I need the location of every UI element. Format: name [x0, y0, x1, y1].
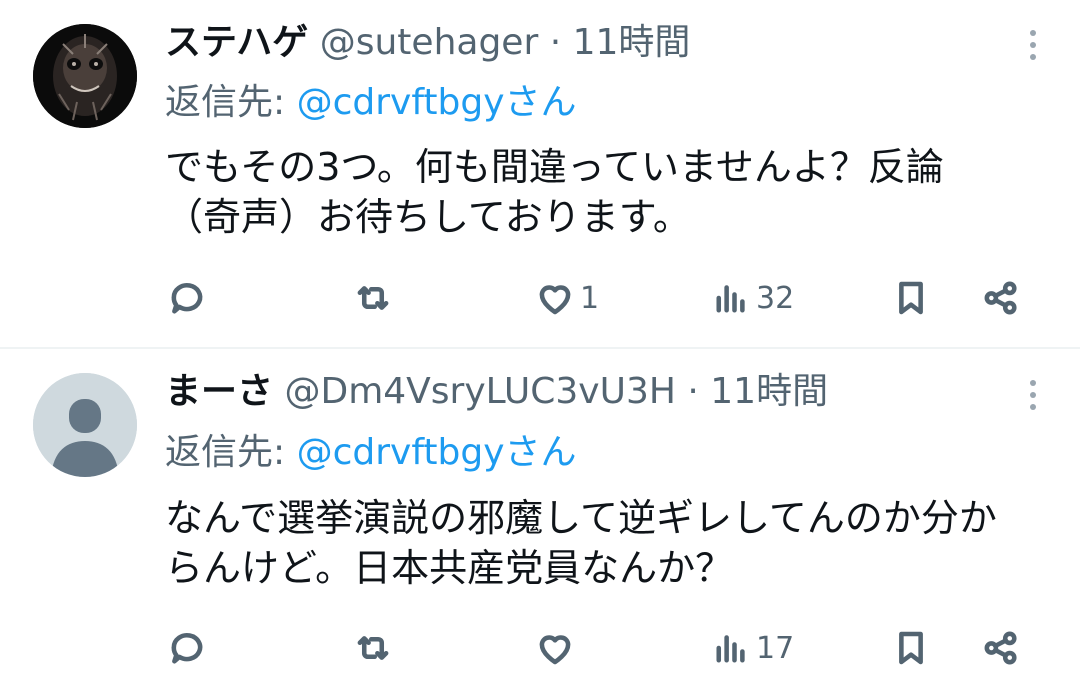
display-name[interactable]: まーさ — [165, 371, 273, 412]
like-button[interactable] — [534, 618, 580, 678]
tweet-text-line: （奇声）お待ちしております。 — [165, 195, 691, 239]
timestamp[interactable]: · 11時間 — [687, 371, 828, 412]
views-count: 32 — [756, 280, 795, 316]
reply-context: 返信先: @cdrvftbgyさん — [165, 81, 577, 125]
retweet-icon — [357, 636, 389, 660]
tweet-header: まーさ @Dm4VsryLUC3vU3H · 11時間 — [165, 370, 828, 414]
reply-button[interactable] — [166, 268, 212, 328]
share-button[interactable] — [980, 268, 1022, 328]
bookmark-button[interactable] — [890, 268, 932, 328]
tweet-text: でもその3つ。何も間違っていませんよ？反論 （奇声）お待ちしております。 — [165, 142, 1055, 242]
reply-mention-link[interactable]: @cdrvftbgyさん — [297, 82, 577, 123]
more-icon[interactable] — [1030, 380, 1038, 416]
tweet-text-line: なんで選挙演説の邪魔して逆ギレしてんのか分か — [165, 496, 997, 540]
display-name[interactable]: ステハゲ — [165, 22, 308, 63]
user-handle[interactable]: @Dm4VsryLUC3vU3H — [284, 371, 675, 412]
reply-prefix: 返信先: — [165, 432, 286, 473]
share-icon — [984, 281, 1017, 315]
retweet-button[interactable] — [352, 618, 398, 678]
reply-mention-link[interactable]: @cdrvftbgyさん — [297, 432, 577, 473]
views-count: 17 — [756, 630, 795, 666]
tweet[interactable]: まーさ @Dm4VsryLUC3vU3H · 11時間 返信先: @cdrvft… — [0, 350, 1080, 699]
tweet-text-line: らんけど。日本共産党員なんか？ — [165, 546, 734, 590]
bookmark-icon — [899, 631, 923, 665]
user-handle[interactable]: @sutehager — [320, 22, 539, 63]
action-bar: 17 — [0, 618, 1080, 678]
tweet-header: ステハゲ @sutehager · 11時間 — [165, 21, 690, 65]
heart-icon — [539, 285, 571, 315]
share-button[interactable] — [980, 618, 1022, 678]
tweet-text: なんで選挙演説の邪魔して逆ギレしてんのか分か らんけど。日本共産党員なんか？ — [165, 493, 1055, 593]
avatar[interactable] — [33, 24, 137, 128]
views-icon — [716, 285, 745, 313]
tweet[interactable]: ステハゲ @sutehager · 11時間 返信先: @cdrvftbgyさん… — [0, 0, 1080, 348]
views-button[interactable]: 17 — [710, 618, 794, 678]
action-bar: 1 32 — [0, 268, 1080, 328]
reply-context: 返信先: @cdrvftbgyさん — [165, 431, 577, 475]
reply-icon — [171, 283, 203, 314]
more-icon[interactable] — [1030, 30, 1038, 66]
views-icon — [716, 635, 745, 663]
heart-icon — [539, 635, 571, 665]
bookmark-icon — [899, 281, 923, 315]
timestamp[interactable]: · 11時間 — [550, 22, 691, 63]
share-icon — [984, 631, 1017, 665]
like-count: 1 — [580, 280, 600, 316]
reply-button[interactable] — [166, 618, 212, 678]
retweet-icon — [357, 286, 389, 310]
retweet-button[interactable] — [352, 268, 398, 328]
default-avatar-icon — [33, 373, 137, 477]
like-button[interactable]: 1 — [534, 268, 599, 328]
tweet-text-line: でもその3つ。何も間違っていませんよ？反論 — [165, 145, 944, 189]
avatar-image — [33, 24, 137, 128]
tweet-divider — [0, 347, 1080, 349]
avatar[interactable] — [33, 373, 137, 477]
reply-icon — [171, 633, 203, 664]
reply-prefix: 返信先: — [165, 82, 286, 123]
views-button[interactable]: 32 — [710, 268, 794, 328]
bookmark-button[interactable] — [890, 618, 932, 678]
